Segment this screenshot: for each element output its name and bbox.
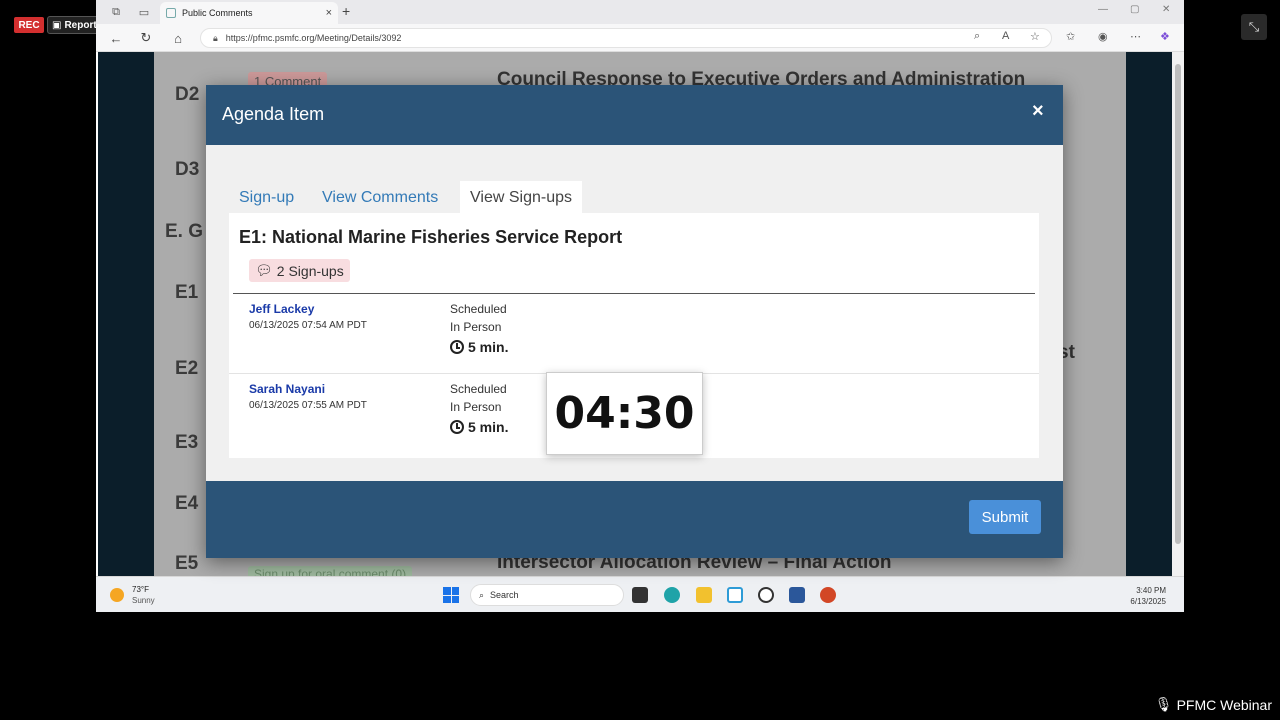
agenda-item-modal: Agenda Item × Sign-up View Comments View…: [206, 85, 1063, 558]
signup-ghost-link[interactable]: Sign up for oral comment (0): [248, 566, 413, 576]
refresh-icon[interactable]: ↻: [138, 30, 154, 46]
comment-icon: 💬︎: [255, 262, 273, 278]
signup-status: Scheduled: [450, 382, 507, 396]
powerpoint-icon[interactable]: [820, 587, 836, 603]
signup-mode: In Person: [450, 320, 502, 334]
modal-footer: Submit: [206, 481, 1063, 558]
signup-mode: In Person: [450, 400, 502, 414]
search-placeholder: Search: [490, 590, 519, 600]
tab-sign-up[interactable]: Sign-up: [229, 181, 304, 215]
signup-status: Scheduled: [450, 302, 507, 316]
word-icon[interactable]: [789, 587, 805, 603]
signup-name[interactable]: Jeff Lackey: [249, 302, 314, 316]
agenda-number: E2: [175, 358, 199, 379]
address-bar-row: ← ↻ ⌂ 🔒︎ https://pfmc.psmfc.org/Meeting/…: [96, 24, 1184, 52]
back-icon[interactable]: ←: [108, 30, 124, 46]
read-aloud-icon[interactable]: A: [1002, 30, 1009, 42]
clock-icon: [450, 340, 464, 354]
agenda-number: D3: [175, 159, 200, 180]
report-label: Report: [64, 19, 97, 31]
url-text: https://pfmc.psmfc.org/Meeting/Details/3…: [225, 33, 402, 43]
weather-condition[interactable]: Sunny: [132, 596, 155, 605]
clock-time: 3:40 PM: [1136, 586, 1166, 595]
windows-taskbar: 73°F Sunny ⌕ Search 3:40 PM 6/13/2025: [96, 576, 1184, 612]
home-icon[interactable]: ⌂: [170, 30, 186, 46]
signup-datetime: 06/13/2025 07:55 AM PDT: [249, 400, 367, 411]
signup-datetime: 06/13/2025 07:54 AM PDT: [249, 320, 367, 331]
signup-duration: 5 min.: [450, 419, 508, 435]
weather-temperature[interactable]: 73°F: [132, 585, 149, 594]
duration-label: 5 min.: [468, 339, 509, 355]
close-icon[interactable]: ×: [1032, 100, 1044, 123]
countdown-timer: 04:30: [546, 372, 703, 455]
modal-title: Agenda Item: [222, 104, 325, 124]
agenda-number: E5: [175, 553, 199, 574]
profile-icon[interactable]: ◉: [1098, 30, 1108, 43]
report-button[interactable]: ▣ Report: [47, 16, 99, 34]
minimize-icon[interactable]: —: [1098, 4, 1108, 15]
zoom-icon[interactable]: ⌕: [974, 30, 980, 43]
new-tab-icon[interactable]: +: [342, 3, 350, 19]
favorites-bar-icon[interactable]: ✩: [1066, 30, 1075, 43]
recording-label: REC: [18, 19, 40, 31]
close-tab-icon[interactable]: ×: [326, 7, 332, 19]
file-explorer-icon[interactable]: [696, 587, 712, 603]
agenda-number: D2: [175, 84, 200, 105]
remote-app-icon[interactable]: [727, 587, 743, 603]
windows-start-icon[interactable]: [443, 587, 459, 603]
collapse-icon[interactable]: ⤡: [1241, 14, 1267, 40]
webinar-label: 🎙︎ PFMC Webinar: [1155, 696, 1272, 713]
close-window-icon[interactable]: ✕: [1162, 4, 1170, 15]
webinar-name: PFMC Webinar: [1176, 696, 1272, 713]
agenda-number: E1: [175, 282, 199, 303]
tab-view-comments[interactable]: View Comments: [312, 181, 448, 215]
agenda-number: E4: [175, 493, 199, 514]
search-icon: ⌕: [479, 589, 485, 600]
lock-icon: 🔒︎: [213, 32, 218, 43]
tab-actions-icon[interactable]: ▭: [136, 4, 152, 20]
tab-title: Public Comments: [182, 8, 253, 18]
task-view-icon[interactable]: [632, 587, 648, 603]
agenda-section: E. G: [165, 221, 204, 242]
favicon-icon: [166, 8, 176, 18]
report-icon: ▣: [52, 19, 62, 31]
workspaces-icon[interactable]: ⧉: [108, 4, 124, 20]
system-clock[interactable]: 3:40 PM 6/13/2025: [1130, 585, 1166, 607]
signup-count-label: 2 Sign-ups: [276, 262, 344, 279]
more-icon[interactable]: ⋯: [1130, 30, 1141, 43]
agenda-number: E3: [175, 432, 199, 453]
modal-header: Agenda Item ×: [206, 85, 1063, 145]
signup-name[interactable]: Sarah Nayani: [249, 382, 325, 396]
microphone-icon: 🎙︎: [1154, 696, 1173, 712]
edge-icon[interactable]: [664, 587, 680, 603]
recording-badge: REC: [14, 17, 44, 33]
taskbar-search[interactable]: ⌕ Search: [470, 584, 624, 606]
page-scrollbar[interactable]: [1172, 52, 1184, 576]
clock-icon: [450, 420, 464, 434]
clock-date: 6/13/2025: [1130, 597, 1166, 606]
signup-count-badge: 💬︎ 2 Sign-ups: [249, 259, 350, 282]
signup-duration: 5 min.: [450, 339, 508, 355]
maximize-icon[interactable]: ▢: [1130, 4, 1139, 15]
clock-app-icon[interactable]: [758, 587, 774, 603]
agenda-item-title: E1: National Marine Fisheries Service Re…: [239, 227, 623, 247]
scroll-thumb[interactable]: [1175, 64, 1181, 544]
browser-tab[interactable]: Public Comments ×: [160, 2, 338, 24]
submit-button[interactable]: Submit: [969, 500, 1041, 534]
url-input[interactable]: 🔒︎ https://pfmc.psmfc.org/Meeting/Detail…: [200, 28, 1052, 48]
tab-bar: ⧉ ▭ Public Comments × + — ▢ ✕: [96, 0, 1184, 24]
tab-view-sign-ups[interactable]: View Sign-ups: [460, 181, 582, 215]
sun-icon[interactable]: [110, 588, 124, 602]
copilot-icon[interactable]: ❖: [1160, 30, 1170, 43]
duration-label: 5 min.: [468, 419, 509, 435]
signup-row: Jeff Lackey 06/13/2025 07:54 AM PDT Sche…: [229, 294, 1039, 374]
favorite-icon[interactable]: ☆: [1030, 30, 1040, 43]
